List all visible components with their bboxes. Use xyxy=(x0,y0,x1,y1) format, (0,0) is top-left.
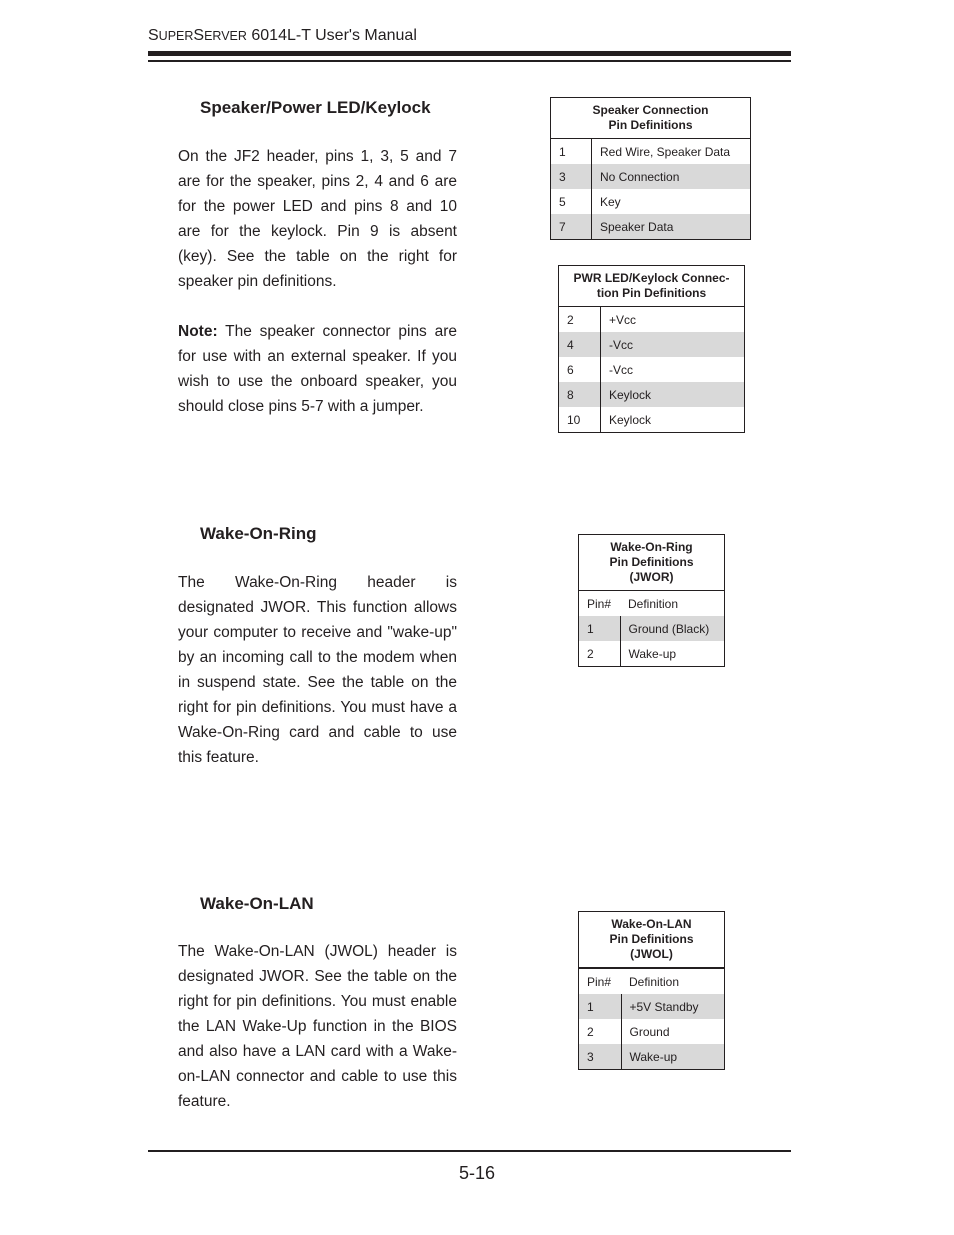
column-header-pin: Pin# xyxy=(587,596,612,611)
title-part: 6014L-T User's Manual xyxy=(246,27,417,44)
pin-number: 5 xyxy=(550,189,592,214)
pin-number: 3 xyxy=(550,164,592,189)
pin-number: 2 xyxy=(578,641,621,667)
title-line: (JWOL) xyxy=(630,947,673,961)
section-heading-wake-on-lan: Wake-On-LAN xyxy=(200,894,314,913)
pin-number: 1 xyxy=(550,138,592,164)
pin-definition: +5V Standby xyxy=(621,994,725,1019)
title-part: S xyxy=(148,27,159,44)
table-row: 7 Speaker Data xyxy=(550,214,751,240)
table-title: Wake-On-LAN Pin Definitions (JWOL) xyxy=(578,911,725,969)
table-title-row: Wake-On-Ring Pin Definitions (JWOR) xyxy=(578,534,725,591)
pin-definition: -Vcc xyxy=(600,332,745,357)
header-rule-thick xyxy=(148,51,791,56)
table-title: Wake-On-Ring Pin Definitions (JWOR) xyxy=(578,534,725,591)
table-row: 5 Key xyxy=(550,189,751,214)
pin-number: 2 xyxy=(578,1019,622,1044)
paragraph: The Wake-On-LAN (JWOL) header is designa… xyxy=(178,943,457,1110)
table-title-row: Speaker Connection Pin Definitions xyxy=(550,97,751,139)
title-line: Wake-On-Ring xyxy=(610,540,693,554)
table-title: PWR LED/Keylock Connec-tion Pin Definiti… xyxy=(558,265,745,307)
note-label: Note: xyxy=(178,323,218,340)
page-number: 5-16 xyxy=(458,1163,496,1183)
title-line: Pin Definitions xyxy=(609,555,694,569)
pin-number: 3 xyxy=(578,1044,622,1070)
paragraph: The Wake-On-Ring header is designated JW… xyxy=(178,574,457,766)
pin-definition: Wake-up xyxy=(628,646,677,661)
table-title-row: Wake-On-LAN Pin Definitions (JWOL) xyxy=(578,911,725,969)
pin-definition: Red Wire, Speaker Data xyxy=(600,144,731,159)
paragraph: On the JF2 header, pins 1, 3, 5 and 7 ar… xyxy=(178,148,457,290)
pin-number: 4 xyxy=(558,332,601,357)
section-body-wake-on-lan: The Wake-On-LAN (JWOL) header is designa… xyxy=(178,939,457,1114)
table-row: 1 Ground (Black) xyxy=(578,616,725,641)
pin-number: 10 xyxy=(558,407,601,433)
note-text: The speaker connector pins are for use w… xyxy=(178,323,457,415)
table-row: 8 Keylock xyxy=(558,382,745,407)
pin-definition: No Connection xyxy=(591,164,751,189)
speaker-pin-table: Speaker Connection Pin Definitions 1 Red W… xyxy=(550,97,751,240)
title-part: S xyxy=(193,27,205,44)
pin-number: 1 xyxy=(578,616,621,641)
section-heading-speaker: Speaker/Power LED/Keylock xyxy=(200,98,431,117)
table-row: 1 +5V Standby xyxy=(578,994,725,1019)
footer-rule xyxy=(148,1150,791,1152)
pin-definition: Wake-up xyxy=(621,1044,725,1070)
pin-definition: +Vcc xyxy=(609,312,637,327)
note-paragraph: Note: The speaker connector pins are for… xyxy=(178,319,457,419)
title-line: (JWOR) xyxy=(629,570,674,584)
table-row: 10 Keylock xyxy=(558,407,745,433)
manual-title: SUPERSERVER 6014L-T User's Manual xyxy=(148,27,417,45)
section-body-speaker: On the JF2 header, pins 1, 3, 5 and 7 ar… xyxy=(178,144,457,419)
pin-definition: Ground xyxy=(629,1024,670,1039)
table-row: 6 -Vcc xyxy=(558,357,745,382)
column-header-row: Pin# Definition xyxy=(579,968,725,994)
table-title-row: PWR LED/Keylock Connec-tion Pin Definiti… xyxy=(558,265,745,307)
pin-number: 2 xyxy=(558,306,601,332)
table-row: 2 Ground xyxy=(578,1019,725,1044)
table-row: 2 Wake-up xyxy=(578,641,725,667)
title-line: tion Pin Definitions xyxy=(596,286,707,300)
pin-number: 8 xyxy=(558,382,601,407)
pin-number: 6 xyxy=(558,357,601,382)
title-line: Wake-On-LAN xyxy=(611,917,692,931)
column-header-row: Pin# Definition xyxy=(579,591,725,617)
title-line: Speaker Connection xyxy=(592,103,709,117)
pin-number: 1 xyxy=(578,994,622,1019)
table-row: 3 Wake-up xyxy=(578,1044,725,1070)
table-row: 3 No Connection xyxy=(550,164,751,189)
header-rule-thin xyxy=(148,60,791,62)
section-body-wake-on-ring: The Wake-On-Ring header is designated JW… xyxy=(178,570,457,770)
title-line: PWR LED/Keylock Connec- xyxy=(573,271,730,285)
table-title: Speaker Connection Pin Definitions xyxy=(550,97,751,139)
title-part: UPER xyxy=(158,29,194,43)
pwr-led-keylock-pin-table: PWR LED/Keylock Connec-tion Pin Definiti… xyxy=(558,265,745,433)
title-line: Pin Definitions xyxy=(609,932,694,946)
pin-number: 7 xyxy=(550,214,592,240)
table-row: 4 -Vcc xyxy=(558,332,745,357)
wake-on-lan-pin-table: Wake-On-LAN Pin Definitions (JWOL) Pin# Def… xyxy=(578,911,725,1070)
title-line: Pin Definitions xyxy=(608,118,693,132)
title-part: ERVER xyxy=(204,29,247,43)
pin-definition: -Vcc xyxy=(609,362,633,377)
section-heading-wake-on-ring: Wake-On-Ring xyxy=(200,524,317,543)
column-header-definition: Definition xyxy=(628,596,679,611)
table-row: 1 Red Wire, Speaker Data xyxy=(550,138,751,164)
pin-definition: Speaker Data xyxy=(591,214,751,240)
column-header-pin: Pin# xyxy=(587,974,612,989)
wake-on-ring-pin-table: Wake-On-Ring Pin Definitions (JWOR) Pin# De… xyxy=(578,534,725,667)
table-row: 2 +Vcc xyxy=(558,306,745,332)
column-header-definition: Definition xyxy=(629,974,680,989)
pin-definition: Ground (Black) xyxy=(620,616,725,641)
pin-definition: Keylock xyxy=(600,382,745,407)
pin-definition: Keylock xyxy=(609,412,652,427)
pin-definition: Key xyxy=(600,194,621,209)
